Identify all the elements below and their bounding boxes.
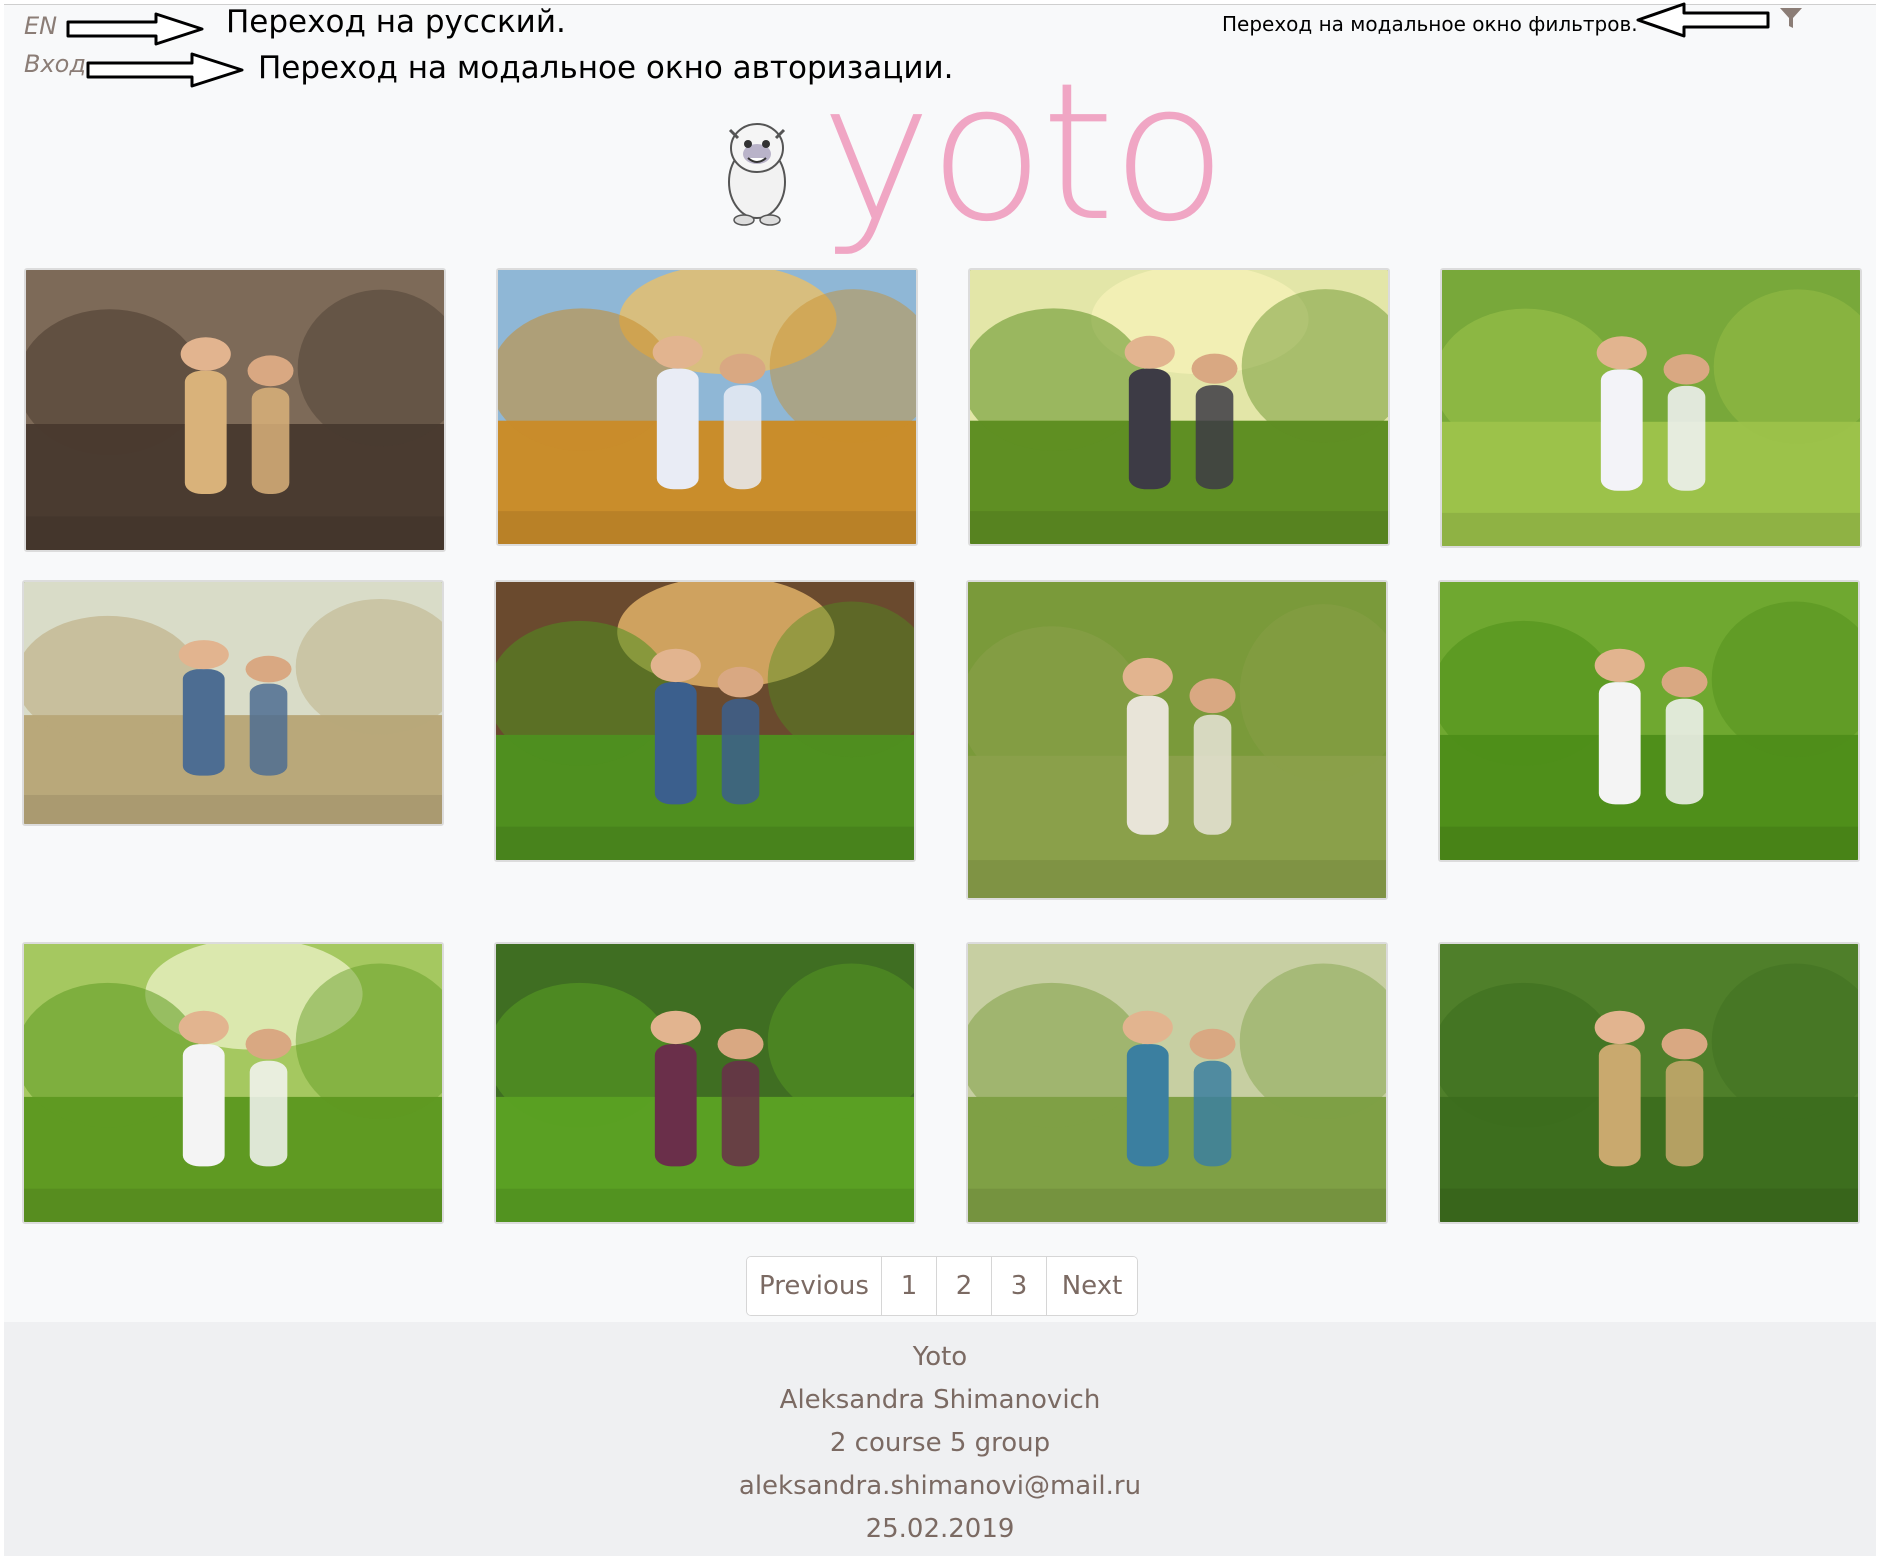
family-in-grass-photo <box>498 270 916 544</box>
footer-author: Aleksandra Shimanovich <box>779 1385 1101 1415</box>
gallery-photo[interactable] <box>966 580 1388 900</box>
pagination-page-2[interactable]: 2 <box>936 1257 991 1315</box>
family-walking-park-photo <box>970 270 1388 544</box>
gallery-photo[interactable] <box>496 268 918 546</box>
pagination-next-button[interactable]: Next <box>1046 1257 1137 1315</box>
gallery-photo[interactable] <box>24 268 446 552</box>
pagination-previous-button[interactable]: Previous <box>747 1257 881 1315</box>
couple-dogs-balloons-photo <box>968 944 1386 1222</box>
yeti-mascot-icon <box>728 123 786 226</box>
footer-group: 2 course 5 group <box>829 1428 1051 1458</box>
portrait-woman-photo <box>26 270 444 550</box>
couple-baby-clothes-photo <box>968 582 1386 898</box>
gallery-photo[interactable] <box>22 580 444 826</box>
gallery-photo[interactable] <box>1438 942 1860 1224</box>
footer: Yoto Aleksandra Shimanovich 2 course 5 g… <box>4 1322 1876 1556</box>
filter-icon[interactable] <box>1776 4 1806 32</box>
pagination-page-3[interactable]: 3 <box>991 1257 1046 1315</box>
mother-child-park-photo <box>496 944 914 1222</box>
logo-text[interactable]: yoto <box>820 58 1227 248</box>
family-hug-photo <box>1442 270 1860 546</box>
pagination: Previous 1 2 3 Next <box>746 1256 1138 1316</box>
language-switch-link[interactable]: EN <box>24 12 57 40</box>
woman-lupine-field-photo <box>1440 944 1858 1222</box>
photographers-forest-photo <box>496 582 914 860</box>
parents-child-swing-photo <box>24 582 442 824</box>
gallery-photo[interactable] <box>494 942 916 1224</box>
gallery-photo[interactable] <box>968 268 1390 546</box>
footer-date: 25.02.2019 <box>865 1514 1015 1544</box>
footer-email[interactable]: aleksandra.shimanovi@mail.ru <box>739 1465 1141 1508</box>
annotation-arrow-right-icon <box>66 12 204 46</box>
woman-flowers-field-photo <box>1440 582 1858 860</box>
gallery-photo[interactable] <box>1440 268 1862 548</box>
family-picnic-photo <box>24 944 442 1222</box>
gallery-photo[interactable] <box>966 942 1388 1224</box>
gallery-photo[interactable] <box>494 580 916 862</box>
login-link[interactable]: Вход <box>24 50 86 78</box>
gallery-photo[interactable] <box>1438 580 1860 862</box>
annotation-arrow-right-icon <box>86 52 244 88</box>
gallery-photo[interactable] <box>22 942 444 1224</box>
footer-site-name: Yoto <box>912 1342 968 1372</box>
annotation-arrow-left-icon <box>1636 2 1770 38</box>
annotation-filter: Переход на модальное окно фильтров. <box>1222 12 1638 36</box>
annotation-language: Переход на русский. <box>226 4 566 40</box>
pagination-page-1[interactable]: 1 <box>881 1257 936 1315</box>
